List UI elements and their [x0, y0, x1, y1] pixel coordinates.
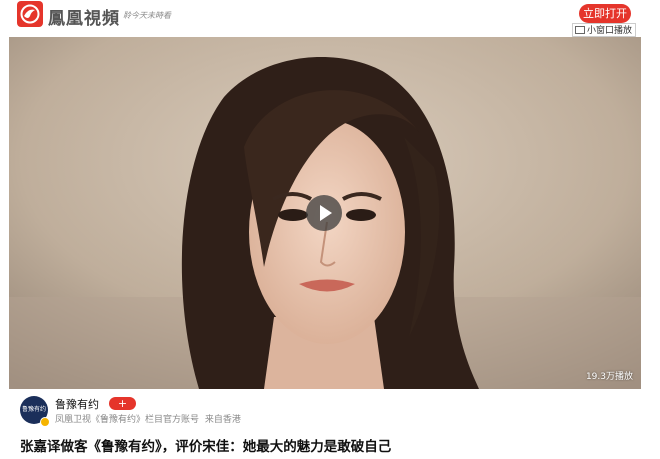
open-app-button[interactable]: 立即打开: [579, 4, 631, 23]
play-button[interactable]: [306, 195, 342, 231]
top-bar: 鳳凰視頻 聆今天未時看 立即打开 小窗口播放: [0, 0, 660, 37]
video-title: 张嘉译做客《鲁豫有约》，评价宋佳：她最大的魅力是敢破自己: [20, 439, 392, 455]
video-player[interactable]: 19.3万播放: [9, 37, 641, 389]
mini-window-label: 小窗口播放: [587, 26, 633, 36]
logo-slogan: 聆今天未時看: [123, 11, 171, 20]
phoenix-logo-icon[interactable]: [17, 1, 43, 27]
mini-window-button[interactable]: 小窗口播放: [572, 23, 636, 37]
channel-description: 凤凰卫视《鲁豫有约》栏目官方账号 来自香港: [55, 412, 244, 425]
channel-info: 鲁豫有约 鲁豫有约 + 凤凰卫视《鲁豫有约》栏目官方账号 来自香港: [9, 394, 641, 430]
mini-window-icon: [575, 26, 585, 34]
channel-location: 来自香港: [204, 415, 241, 425]
verified-badge-icon: [40, 417, 50, 427]
channel-name[interactable]: 鲁豫有约: [55, 396, 99, 412]
follow-button[interactable]: +: [109, 397, 136, 410]
play-icon: [320, 205, 332, 221]
view-count: 19.3万播放: [585, 372, 633, 382]
logo-text[interactable]: 鳳凰視頻: [48, 4, 120, 29]
channel-desc-text: 凤凰卫视《鲁豫有约》栏目官方账号: [55, 415, 200, 425]
